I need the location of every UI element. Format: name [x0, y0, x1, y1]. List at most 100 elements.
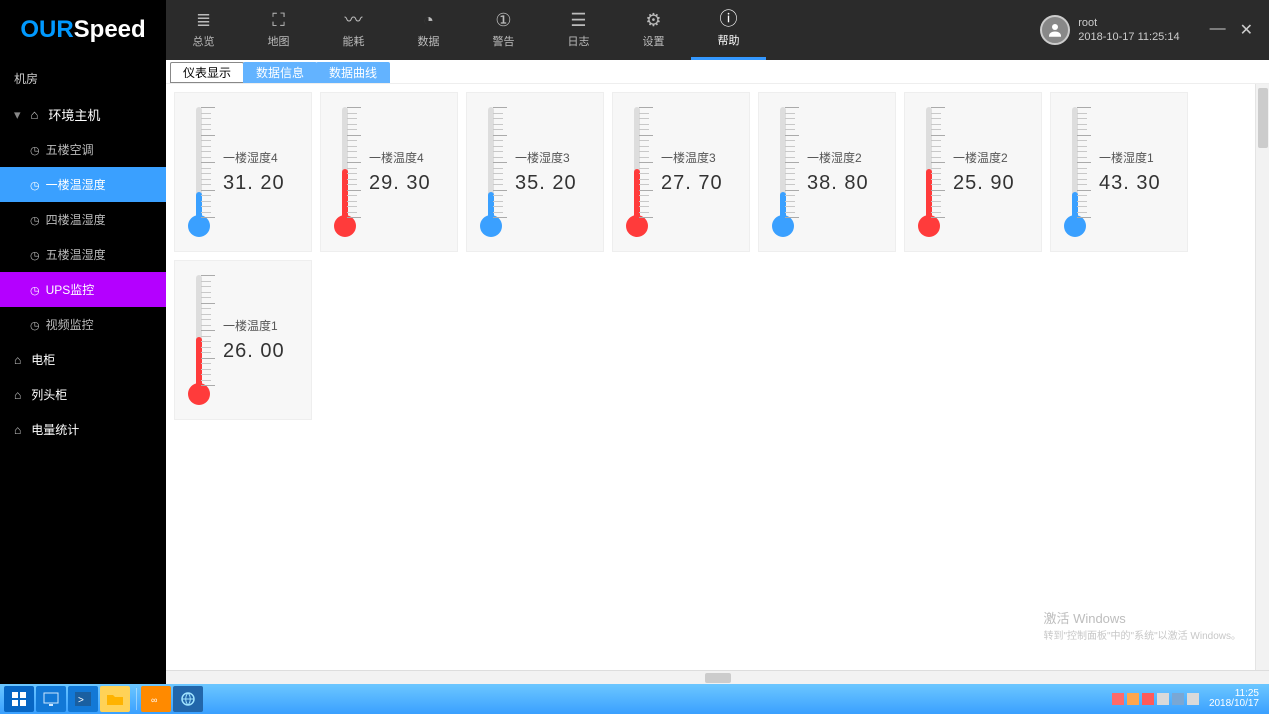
nav-label: 能耗 [343, 33, 365, 49]
bullet-icon [30, 248, 40, 262]
nav-icon: ⓘ [720, 10, 738, 28]
sidebar-item-2[interactable]: 四楼温湿度 [0, 202, 166, 237]
bullet-icon [30, 143, 40, 157]
taskbar-divider [136, 688, 137, 710]
taskbar-app-explorer[interactable] [36, 686, 66, 712]
taskbar-clock[interactable]: 11:25 2018/10/17 [1209, 689, 1265, 709]
nav-icon: ◔ [423, 11, 434, 29]
gauge-value: 31. 20 [223, 172, 305, 195]
gauge-label: 一楼温度3 [661, 149, 743, 166]
tab-1[interactable]: 数据信息 [243, 62, 317, 83]
gauge-text: 一楼温度3 27. 70 [661, 149, 749, 195]
tray-icon[interactable] [1142, 693, 1154, 705]
nav-icon: ⚙ [645, 11, 661, 29]
taskbar-right: 11:25 2018/10/17 [1112, 689, 1265, 709]
bullet-icon [30, 318, 40, 332]
tab-0[interactable]: 仪表显示 [170, 62, 244, 83]
sidebar-group2-2[interactable]: 电量统计 [0, 412, 166, 447]
tray-icon[interactable] [1157, 693, 1169, 705]
gauge-text: 一楼湿度335. 20 [515, 149, 603, 195]
gauge-card-7: 一楼温度126. 00 [174, 260, 312, 420]
tray-icon[interactable] [1112, 693, 1124, 705]
taskbar-app-terminal[interactable]: > [68, 686, 98, 712]
gauge-value: 38. 80 [807, 172, 889, 195]
nav-label: 地图 [268, 33, 290, 49]
gauge-card-2: 一楼湿度335. 20 [466, 92, 604, 252]
sidebar-item-3[interactable]: 五楼温湿度 [0, 237, 166, 272]
gauge-text: 一楼湿度238. 80 [807, 149, 895, 195]
gauge-card-4: 一楼湿度238. 80 [758, 92, 896, 252]
taskbar-app-browser[interactable] [173, 686, 203, 712]
gauge-label: 一楼温度2 [953, 149, 1035, 166]
sidebar-item-0[interactable]: 五楼空调 [0, 132, 166, 167]
house-icon [14, 423, 25, 437]
sidebar-group-label: 环境主机 [48, 105, 100, 124]
thermometer-bulb [188, 383, 210, 405]
nav-label: 帮助 [718, 32, 740, 48]
nav-icon: ① [495, 11, 511, 29]
start-button[interactable] [4, 686, 34, 712]
gauge-value: 27. 70 [661, 172, 743, 195]
sidebar-item-label: 视频监控 [46, 316, 94, 333]
folder-icon [107, 693, 123, 705]
thermometer-ticks [201, 275, 215, 385]
thermometer-ticks [201, 107, 215, 217]
gauge-card-0: 一楼湿度431. 20 [174, 92, 312, 252]
taskbar-app-files[interactable] [100, 686, 130, 712]
nav-label: 数据 [418, 33, 440, 49]
sidebar-item-4[interactable]: UPS监控 [0, 272, 166, 307]
sidebar-item-5[interactable]: 视频监控 [0, 307, 166, 342]
scroll-thumb[interactable] [1258, 88, 1268, 148]
scroll-thumb[interactable] [705, 673, 731, 683]
content-tabs: 仪表显示数据信息数据曲线 [166, 60, 1269, 84]
nav-item-6[interactable]: ⚙设置 [616, 0, 691, 60]
close-button[interactable]: ✕ [1240, 20, 1253, 40]
svg-text:>: > [78, 695, 84, 706]
vertical-scrollbar[interactable] [1255, 84, 1269, 670]
nav-item-3[interactable]: ◔ 数据 [391, 0, 466, 60]
horizontal-scrollbar[interactable] [166, 670, 1269, 684]
taskbar: > ∞ 11:25 2018/10/17 [0, 684, 1269, 714]
nav-label: 日志 [568, 33, 590, 49]
sidebar-group2-label: 电柜 [31, 351, 55, 368]
nav-item-5[interactable]: ☰日志 [541, 0, 616, 60]
sidebar-group2-1[interactable]: 列头柜 [0, 377, 166, 412]
sidebar-group-env[interactable]: 环境主机 [0, 97, 166, 132]
thermometer [905, 93, 953, 251]
top-nav: ≣总览⛶地图〰能耗 ◔ 数据 ①警告☰日志⚙设置 ⓘ 帮助 [166, 0, 766, 60]
terminal-icon: > [75, 692, 91, 706]
gauge-card-5: 一楼温度225. 90 [904, 92, 1042, 252]
thermometer-ticks [1077, 107, 1091, 217]
bullet-icon [30, 283, 40, 297]
tray-icon[interactable] [1187, 693, 1199, 705]
avatar[interactable] [1040, 15, 1070, 45]
globe-icon [180, 691, 196, 707]
minimize-button[interactable]: — [1210, 20, 1226, 40]
monitor-icon [43, 692, 59, 706]
thermometer-bulb [918, 215, 940, 237]
nav-item-1[interactable]: ⛶地图 [241, 0, 316, 60]
thermometer-bulb [480, 215, 502, 237]
nav-item-0[interactable]: ≣总览 [166, 0, 241, 60]
gauge-label: 一楼温度4 [369, 149, 451, 166]
gauge-value: 29. 30 [369, 172, 451, 195]
window-buttons: — ✕ [1210, 20, 1253, 40]
gauge-text: 一楼湿度143. 30 [1099, 149, 1187, 195]
gauge-value: 35. 20 [515, 172, 597, 195]
system-tray[interactable] [1112, 693, 1199, 705]
tray-icon[interactable] [1127, 693, 1139, 705]
gauge-value: 43. 30 [1099, 172, 1181, 195]
thermometer-ticks [347, 107, 361, 217]
nav-item-4[interactable]: ①警告 [466, 0, 541, 60]
user-icon [1046, 21, 1064, 39]
sidebar-group2-0[interactable]: 电柜 [0, 342, 166, 377]
nav-item-2[interactable]: 〰能耗 [316, 0, 391, 60]
taskbar-app-xampp[interactable]: ∞ [141, 686, 171, 712]
tray-ime-icon[interactable] [1172, 693, 1184, 705]
sidebar-item-1[interactable]: 一楼温湿度 [0, 167, 166, 202]
nav-item-7[interactable]: ⓘ 帮助 [691, 0, 766, 60]
tab-2[interactable]: 数据曲线 [316, 62, 390, 83]
app-header: OURSpeed ≣总览⛶地图〰能耗◔数据①警告☰日志⚙设置ⓘ帮助 root 2… [0, 0, 1269, 60]
thermometer-bulb [188, 215, 210, 237]
sidebar: 机房 环境主机 五楼空调一楼温湿度四楼温湿度五楼温湿度UPS监控视频监控 电柜列… [0, 60, 166, 684]
